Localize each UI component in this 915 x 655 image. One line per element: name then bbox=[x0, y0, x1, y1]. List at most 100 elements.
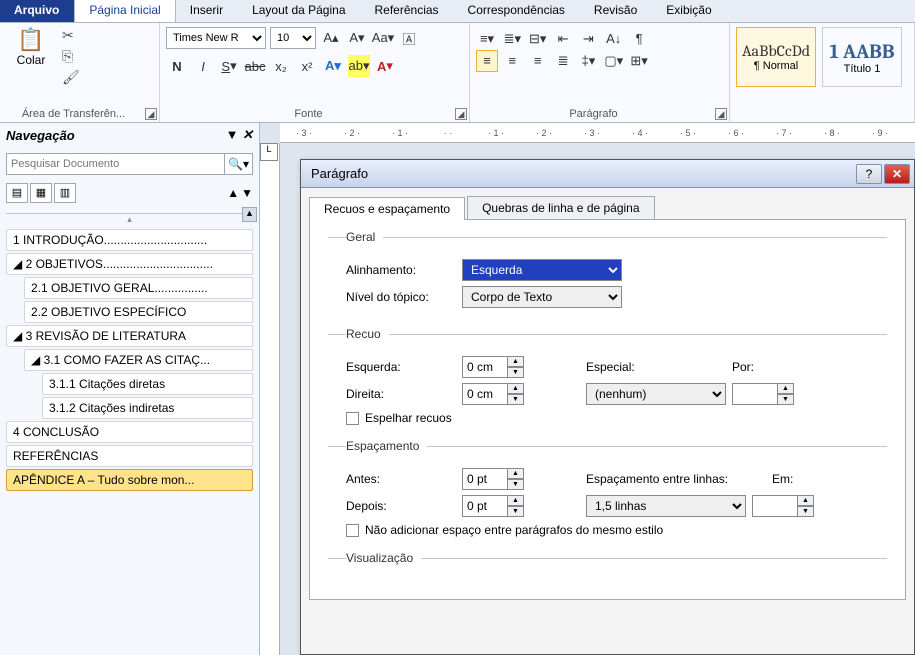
expand-down-icon[interactable]: ▼ bbox=[241, 186, 253, 200]
cut-icon[interactable]: ✂ bbox=[62, 27, 80, 44]
group-paragraph: ≡▾ ≣▾ ⊟▾ ⇤ ⇥ A↓ ¶ ≡ ≡ ≡ ≣ ‡▾ ▢▾ ⊞▾ Parág… bbox=[470, 23, 730, 122]
vertical-ruler[interactable]: L bbox=[260, 143, 280, 655]
alinhamento-select[interactable]: Esquerda bbox=[462, 259, 622, 281]
style-titulo1[interactable]: 1 AABB Título 1 bbox=[822, 27, 902, 87]
italic-icon[interactable]: I bbox=[192, 55, 214, 77]
clear-format-icon[interactable]: 🄰 bbox=[398, 27, 420, 49]
font-size-select[interactable]: 10 bbox=[270, 27, 316, 49]
underline-icon[interactable]: S▾ bbox=[218, 55, 240, 77]
scroll-up-icon[interactable]: ▲ bbox=[242, 207, 257, 222]
align-left-icon[interactable]: ≡ bbox=[476, 50, 498, 72]
multilevel-icon[interactable]: ⊟▾ bbox=[527, 28, 549, 50]
nivel-select[interactable]: Corpo de Texto bbox=[462, 286, 622, 308]
highlight-icon[interactable]: ab▾ bbox=[348, 55, 370, 77]
numbering-icon[interactable]: ≣▾ bbox=[501, 28, 523, 50]
strike-icon[interactable]: abc bbox=[244, 55, 266, 77]
view-pages-button[interactable]: ▦ bbox=[30, 183, 52, 203]
por-spinner[interactable]: ▲▼ bbox=[732, 383, 794, 405]
view-headings-button[interactable]: ▤ bbox=[6, 183, 28, 203]
superscript-icon[interactable]: x² bbox=[296, 55, 318, 77]
outline-node[interactable]: 3.1.1 Citações diretas bbox=[42, 373, 253, 395]
legend-espacamento: Espaçamento bbox=[346, 439, 427, 453]
borders-icon[interactable]: ⊞▾ bbox=[628, 50, 650, 72]
label-em: Em: bbox=[772, 472, 812, 486]
style-normal[interactable]: AaBbCcDd ¶ Normal bbox=[736, 27, 816, 87]
tab-arquivo[interactable]: Arquivo bbox=[0, 0, 74, 22]
tab-exibicao[interactable]: Exibição bbox=[652, 0, 726, 22]
tab-layout[interactable]: Layout da Página bbox=[238, 0, 360, 22]
change-case-icon[interactable]: Aa▾ bbox=[372, 27, 394, 49]
tab-inserir[interactable]: Inserir bbox=[176, 0, 238, 22]
nao-adicionar-checkbox[interactable]: Não adicionar espaço entre parágrafos do… bbox=[346, 523, 879, 537]
text-effects-icon[interactable]: A▾ bbox=[322, 55, 344, 77]
decrease-indent-icon[interactable]: ⇤ bbox=[552, 28, 574, 50]
esquerda-spinner[interactable]: ▲▼ bbox=[462, 356, 524, 378]
especial-select[interactable]: (nenhum) bbox=[586, 383, 726, 405]
paragraph-dialog-launcher[interactable]: ◢ bbox=[715, 108, 727, 120]
horizontal-ruler[interactable]: · 3 ·· 2 ·· 1 ·· ·· 1 ·· 2 ·· 3 ·· 4 ·· … bbox=[280, 123, 915, 143]
view-results-button[interactable]: ▥ bbox=[54, 183, 76, 203]
group-label-paragraph: Parágrafo bbox=[470, 108, 717, 120]
subscript-icon[interactable]: x₂ bbox=[270, 55, 292, 77]
group-font: Times New R 10 A▴ A▾ Aa▾ 🄰 N I S▾ abc x₂… bbox=[160, 23, 470, 122]
search-icon[interactable]: 🔍▾ bbox=[225, 153, 253, 175]
nav-dropdown-icon[interactable]: ▼ bbox=[226, 127, 239, 142]
align-center-icon[interactable]: ≡ bbox=[501, 50, 523, 72]
bullets-icon[interactable]: ≡▾ bbox=[476, 28, 498, 50]
espelhar-checkbox[interactable]: Espelhar recuos bbox=[346, 411, 879, 425]
dialog-titlebar[interactable]: Parágrafo ? ✕ bbox=[301, 160, 914, 188]
font-color-icon[interactable]: A▾ bbox=[374, 55, 396, 77]
dlg-tab-quebras[interactable]: Quebras de linha e de página bbox=[467, 196, 654, 219]
outline-node[interactable]: ◢ 3.1 COMO FAZER AS CITAÇ... bbox=[24, 349, 253, 371]
direita-spinner[interactable]: ▲▼ bbox=[462, 383, 524, 405]
font-name-select[interactable]: Times New R bbox=[166, 27, 266, 49]
antes-spinner[interactable]: ▲▼ bbox=[462, 468, 524, 490]
label-alinhamento: Alinhamento: bbox=[346, 263, 456, 277]
group-label-font: Fonte bbox=[160, 108, 457, 120]
sort-icon[interactable]: A↓ bbox=[603, 27, 625, 49]
outline-node[interactable]: 2.2 OBJETIVO ESPECÍFICO bbox=[24, 301, 253, 323]
outline-node[interactable]: 1 INTRODUÇÃO............................… bbox=[6, 229, 253, 251]
font-dialog-launcher[interactable]: ◢ bbox=[455, 108, 467, 120]
dlg-tab-recuos[interactable]: Recuos e espaçamento bbox=[309, 197, 465, 220]
increase-indent-icon[interactable]: ⇥ bbox=[577, 28, 599, 50]
entre-linhas-select[interactable]: 1,5 linhas bbox=[586, 495, 746, 517]
format-painter-icon[interactable]: 🖌 bbox=[62, 69, 80, 86]
line-spacing-icon[interactable]: ‡▾ bbox=[577, 50, 599, 72]
outline-node[interactable]: ◢ 2 OBJETIVOS...........................… bbox=[6, 253, 253, 275]
align-right-icon[interactable]: ≡ bbox=[527, 50, 549, 72]
clipboard-dialog-launcher[interactable]: ◢ bbox=[145, 108, 157, 120]
shading-icon[interactable]: ▢▾ bbox=[603, 50, 625, 72]
outline-node[interactable]: 3.1.2 Citações indiretas bbox=[42, 397, 253, 419]
depois-spinner[interactable]: ▲▼ bbox=[462, 495, 524, 517]
copy-icon[interactable]: ⎘ bbox=[62, 48, 80, 65]
show-marks-icon[interactable]: ¶ bbox=[628, 27, 650, 49]
tab-referencias[interactable]: Referências bbox=[361, 0, 454, 22]
group-label-clipboard: Área de Transferên... bbox=[0, 108, 147, 120]
outline-node[interactable]: REFERÊNCIAS bbox=[6, 445, 253, 467]
search-input[interactable] bbox=[6, 153, 225, 175]
tab-selector-icon[interactable]: L bbox=[260, 143, 278, 161]
close-button[interactable]: ✕ bbox=[884, 164, 910, 184]
style-normal-label: ¶ Normal bbox=[754, 60, 798, 72]
grow-font-icon[interactable]: A▴ bbox=[320, 27, 342, 49]
bold-icon[interactable]: N bbox=[166, 55, 188, 77]
clipboard-icon: 📋 bbox=[17, 27, 44, 53]
justify-icon[interactable]: ≣ bbox=[552, 50, 574, 72]
tab-revisao[interactable]: Revisão bbox=[580, 0, 652, 22]
collapse-up-icon[interactable]: ▲ bbox=[227, 186, 239, 200]
nav-close-icon[interactable]: ✕ bbox=[242, 127, 253, 142]
outline-node[interactable]: 2.1 OBJETIVO GERAL................ bbox=[24, 277, 253, 299]
outline-node[interactable]: ◢ 3 REVISÃO DE LITERATURA bbox=[6, 325, 253, 347]
paste-button[interactable]: 📋 Colar bbox=[6, 27, 56, 86]
outline-tree[interactable]: ▲ ▴ 1 INTRODUÇÃO........................… bbox=[0, 205, 259, 655]
em-spinner[interactable]: ▲▼ bbox=[752, 495, 814, 517]
label-nivel: Nível do tópico: bbox=[346, 290, 456, 304]
shrink-font-icon[interactable]: A▾ bbox=[346, 27, 368, 49]
ribbon-tabs: Arquivo Página Inicial Inserir Layout da… bbox=[0, 0, 915, 23]
tab-correspondencias[interactable]: Correspondências bbox=[454, 0, 580, 22]
outline-node[interactable]: 4 CONCLUSÃO bbox=[6, 421, 253, 443]
help-button[interactable]: ? bbox=[856, 164, 882, 184]
tab-pagina-inicial[interactable]: Página Inicial bbox=[74, 0, 175, 22]
outline-node[interactable]: APÊNDICE A – Tudo sobre mon... bbox=[6, 469, 253, 491]
